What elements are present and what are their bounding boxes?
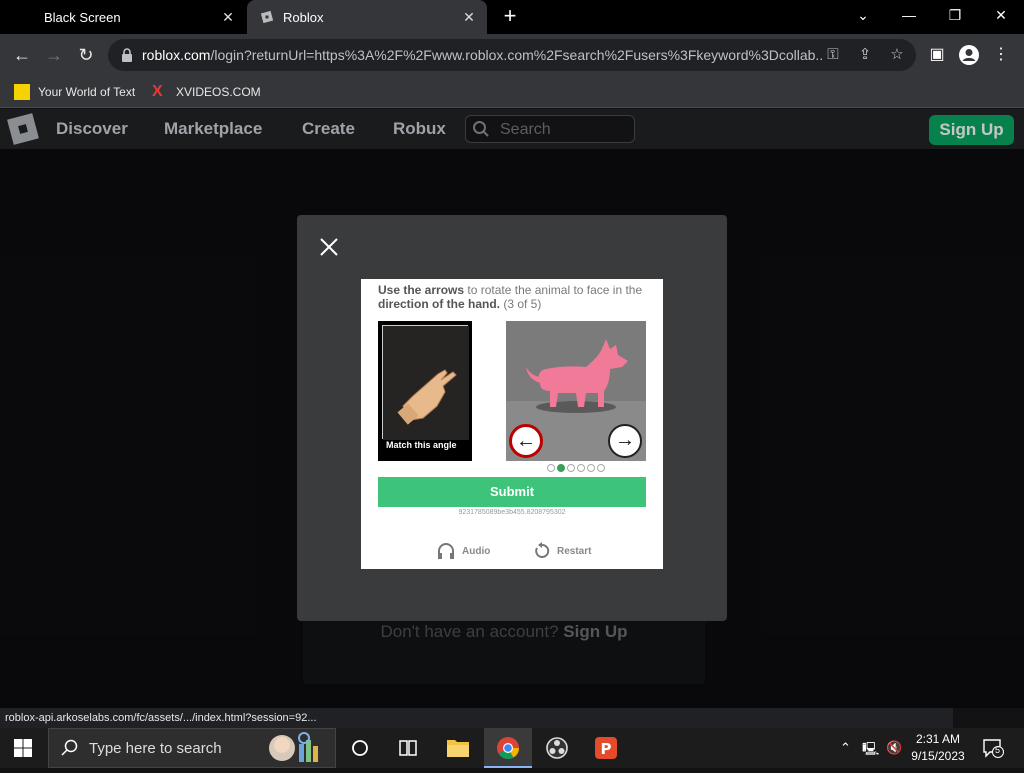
notification-count: 5 <box>995 745 1001 755</box>
search-icon <box>61 739 78 756</box>
notifications-button[interactable]: 5 <box>982 738 1004 758</box>
minimize-button[interactable]: — <box>886 0 932 34</box>
your-world-of-text-favicon-icon <box>14 84 30 100</box>
taskbar-search-placeholder: Type here to search <box>89 740 222 757</box>
share-icon[interactable]: ⇪ <box>856 46 874 64</box>
side-panel-icon[interactable]: ▣ <box>926 44 948 66</box>
profile-icon[interactable] <box>958 44 980 66</box>
notification-icon <box>983 739 1004 758</box>
tab-search-chevron-icon[interactable]: ⌄ <box>840 0 886 34</box>
browser-toolbar: ← → ↻ roblox.com/login?returnUrl=https%3… <box>0 34 1024 76</box>
svg-text:P: P <box>601 740 612 758</box>
bookmark-xvideos[interactable]: X XVIDEOS.COM <box>152 82 261 102</box>
address-bar[interactable]: roblox.com/login?returnUrl=https%3A%2F%2… <box>108 39 916 71</box>
tab-title: Black Screen <box>44 9 121 25</box>
captcha-instructions: Use the arrows to rotate the animal to f… <box>378 283 643 311</box>
progress-dot <box>567 464 575 472</box>
tab-title: Roblox <box>283 9 324 25</box>
p-app-icon: P <box>595 737 617 759</box>
file-explorer-button[interactable] <box>434 728 482 768</box>
close-icon[interactable] <box>317 235 341 259</box>
x-favicon-icon: X <box>152 83 163 100</box>
psiphon-taskbar-button[interactable]: P <box>582 728 630 768</box>
sign-up-button[interactable]: Sign Up <box>929 115 1014 145</box>
nav-robux[interactable]: Robux <box>393 119 446 139</box>
chrome-taskbar-button[interactable] <box>484 728 532 768</box>
nav-marketplace[interactable]: Marketplace <box>164 119 262 139</box>
lock-icon <box>122 48 132 62</box>
task-view-icon <box>399 740 417 756</box>
rotate-left-button[interactable]: ← <box>509 424 543 458</box>
pointing-hand-icon <box>383 326 469 440</box>
chrome-icon <box>497 737 519 759</box>
obs-icon <box>546 737 568 759</box>
roblox-search-input[interactable]: Search <box>465 115 635 143</box>
menu-kebab-icon[interactable]: ⋮ <box>990 44 1012 66</box>
search-highlight-illustration-icon <box>269 732 318 762</box>
task-view-button[interactable] <box>384 728 432 768</box>
close-tab-icon[interactable]: ✕ <box>220 9 236 25</box>
progress-dot <box>587 464 595 472</box>
back-button[interactable]: ← <box>10 43 34 67</box>
close-window-button[interactable]: ✕ <box>978 0 1024 34</box>
windows-start-icon[interactable] <box>14 739 32 757</box>
progress-dots <box>547 464 605 472</box>
bookmarks-bar: Your World of Text X XVIDEOS.COM <box>0 76 1024 108</box>
search-icon <box>473 121 489 137</box>
close-tab-icon[interactable]: ✕ <box>461 9 477 25</box>
captcha-frame: Use the arrows to rotate the animal to f… <box>361 279 663 569</box>
taskbar-clock[interactable]: 2:31 AM 9/15/2023 <box>905 731 971 765</box>
restart-button[interactable]: Restart <box>533 541 591 561</box>
volume-muted-icon[interactable]: 🔇 <box>886 740 902 756</box>
match-angle-label: Match this angle <box>386 440 457 450</box>
reload-button[interactable]: ↻ <box>74 43 98 67</box>
progress-dot <box>577 464 585 472</box>
restart-icon <box>535 542 550 558</box>
folder-icon <box>447 740 469 757</box>
progress-dot <box>557 464 565 472</box>
clock-time: 2:31 AM <box>915 732 961 746</box>
url-text: roblox.com/login?returnUrl=https%3A%2F%2… <box>142 47 822 63</box>
tray-chevron-up-icon[interactable]: ⌃ <box>840 740 851 756</box>
network-icon[interactable]: 🖳 <box>862 740 879 762</box>
submit-button[interactable]: Submit <box>378 477 646 507</box>
clock-date: 9/15/2023 <box>911 749 965 763</box>
bookmark-star-icon[interactable]: ☆ <box>888 46 906 64</box>
headphones-icon <box>438 543 454 559</box>
roblox-logo-icon[interactable] <box>7 113 39 145</box>
bookmark-your-world-of-text[interactable]: Your World of Text <box>14 82 135 102</box>
roblox-header: Discover Marketplace Create Robux Search… <box>0 109 1024 149</box>
search-placeholder: Search <box>500 121 551 138</box>
link-status-bar: roblox-api.arkoselabs.com/fc/assets/.../… <box>0 708 953 728</box>
cortana-circle-icon <box>352 740 368 756</box>
browser-tab-bar: Black Screen ✕ Roblox ✕ + ⌄ — ❐ ✕ <box>0 0 1024 34</box>
nav-create[interactable]: Create <box>302 119 355 139</box>
restore-button[interactable]: ❐ <box>932 0 978 34</box>
new-tab-button[interactable]: + <box>499 5 521 28</box>
hand-reference-panel: Match this angle <box>378 321 472 461</box>
captcha-modal: Use the arrows to rotate the animal to f… <box>297 215 727 621</box>
progress-dot <box>597 464 605 472</box>
tab-roblox[interactable]: Roblox ✕ <box>247 0 487 34</box>
obs-taskbar-button[interactable] <box>533 728 581 768</box>
forward-button[interactable]: → <box>42 43 66 67</box>
nav-discover[interactable]: Discover <box>56 119 128 139</box>
session-id: 9231785089be3b455.8208795302 <box>458 509 566 516</box>
progress-dot <box>547 464 555 472</box>
rotate-right-button[interactable]: → <box>608 424 642 458</box>
hand-image <box>382 325 469 440</box>
audio-button[interactable]: Audio <box>436 541 490 561</box>
roblox-favicon-icon <box>260 10 274 24</box>
key-icon[interactable]: ⚿ <box>824 46 842 64</box>
cortana-button[interactable] <box>336 728 384 768</box>
windows-taskbar: Type here to search P ⌃ 🖳 🔇 2:31 AM 9/15… <box>0 728 1024 768</box>
tab-black-screen[interactable]: Black Screen ✕ <box>0 0 246 34</box>
